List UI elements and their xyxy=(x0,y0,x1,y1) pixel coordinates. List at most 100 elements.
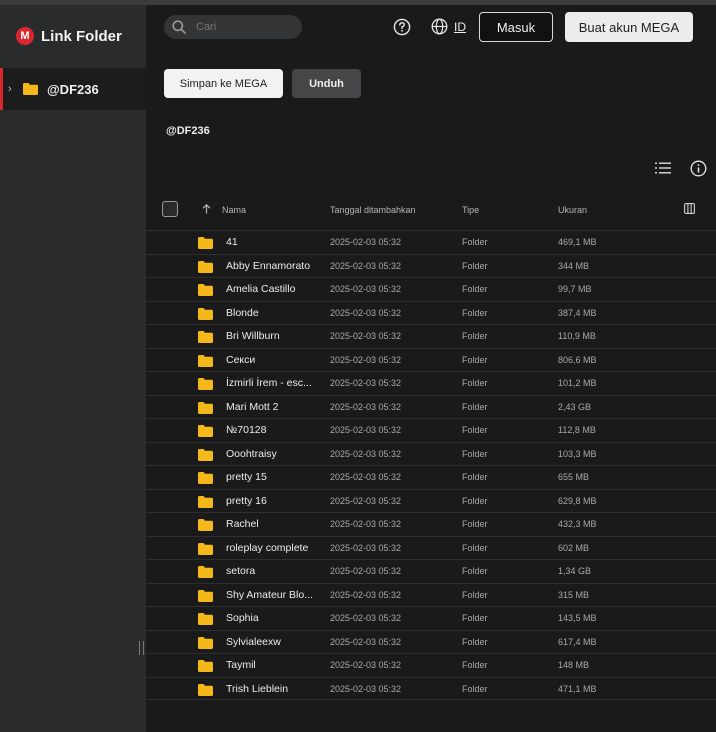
row-type: Folder xyxy=(462,589,488,600)
folder-icon xyxy=(198,401,213,419)
table-row[interactable]: Sylvialeexw 2025-02-03 05:32 Folder 617,4 M… xyxy=(146,629,716,654)
row-size: 432,3 MB xyxy=(558,519,597,529)
sort-up-icon[interactable] xyxy=(202,204,211,214)
row-name: Mari Mott 2 xyxy=(226,400,279,413)
table-row[interactable]: Amelia Castillo 2025-02-03 05:32 Folder 99,… xyxy=(146,277,716,301)
folder-icon xyxy=(198,612,213,630)
row-type: Folder xyxy=(462,683,488,694)
row-date: 2025-02-03 05:32 xyxy=(330,331,402,341)
save-to-mega-button[interactable]: Simpan ke MEGA xyxy=(164,69,283,98)
sidebar-item-folder[interactable]: › @DF236 xyxy=(0,68,146,110)
language-selector[interactable]: ID xyxy=(431,18,466,35)
download-button[interactable]: Unduh xyxy=(292,69,361,98)
row-name: Trish Lieblein xyxy=(226,682,289,695)
table-row[interactable]: 41 2025-02-03 05:32 Folder 469,1 MB xyxy=(146,230,716,254)
login-button[interactable]: Masuk xyxy=(479,12,553,42)
column-type[interactable]: Tipe xyxy=(462,205,479,215)
table-row[interactable]: setora 2025-02-03 05:32 Folder 1,34 GB xyxy=(146,559,716,583)
row-date: 2025-02-03 05:32 xyxy=(330,589,402,600)
table-row[interactable]: Bri Willburn 2025-02-03 05:32 Folder 110,9 … xyxy=(146,324,716,348)
search-icon xyxy=(172,20,186,34)
row-date: 2025-02-03 05:32 xyxy=(330,378,402,388)
row-size: 471,1 MB xyxy=(558,683,597,694)
signup-button[interactable]: Buat akun MEGA xyxy=(565,12,693,42)
row-date: 2025-02-03 05:32 xyxy=(330,636,402,647)
search-box[interactable] xyxy=(164,15,302,39)
folder-icon xyxy=(198,471,213,489)
row-type: Folder xyxy=(462,542,488,553)
folder-icon xyxy=(198,636,213,654)
row-size: 148 MB xyxy=(558,660,590,670)
row-type: Folder xyxy=(462,260,488,271)
table-row[interactable]: Секси 2025-02-03 05:32 Folder 806,6 MB xyxy=(146,347,716,372)
table-row[interactable]: İzmirli İrem - esc... 2025-02-03 05:32 Fol… xyxy=(146,371,716,395)
row-date: 2025-02-03 05:32 xyxy=(330,354,402,365)
row-name: Rachel xyxy=(226,518,259,530)
help-icon[interactable] xyxy=(393,18,411,36)
row-type: Folder xyxy=(462,448,488,459)
folder-icon xyxy=(198,683,213,701)
resize-handle[interactable] xyxy=(139,641,144,655)
row-size: 387,4 MB xyxy=(558,307,597,318)
folder-icon xyxy=(198,448,213,466)
row-name: roleplay complete xyxy=(226,541,309,554)
row-name: 41 xyxy=(226,236,238,248)
select-all-checkbox[interactable] xyxy=(162,201,178,217)
columns-icon[interactable] xyxy=(684,203,695,214)
table-row[interactable]: roleplay complete 2025-02-03 05:32 Folder 6… xyxy=(146,535,716,560)
row-size: 112,8 MB xyxy=(558,425,596,435)
list-view-icon[interactable] xyxy=(655,162,671,174)
row-size: 103,3 MB xyxy=(558,448,597,459)
table-row[interactable]: Blonde 2025-02-03 05:32 Folder 387,4 MB xyxy=(146,300,716,325)
row-type: Folder xyxy=(462,378,488,388)
folder-icon xyxy=(198,307,213,325)
logo[interactable]: M Link Folder xyxy=(16,26,122,46)
table-row[interactable]: Abby Ennamorato 2025-02-03 05:32 Folder 344… xyxy=(146,253,716,278)
folder-icon xyxy=(198,377,213,395)
row-date: 2025-02-03 05:32 xyxy=(330,284,402,294)
row-type: Folder xyxy=(462,613,488,623)
row-type: Folder xyxy=(462,472,488,482)
table-row[interactable]: Sophia 2025-02-03 05:32 Folder 143,5 MB xyxy=(146,606,716,630)
mega-logo-icon: M xyxy=(16,27,34,45)
sidebar-item-label: @DF236 xyxy=(47,81,99,97)
table-row[interactable]: Trish Lieblein 2025-02-03 05:32 Folder 471,… xyxy=(146,676,716,701)
column-size[interactable]: Ukuran xyxy=(558,205,587,215)
row-date: 2025-02-03 05:32 xyxy=(330,472,402,482)
row-type: Folder xyxy=(462,636,488,647)
sidebar: M Link Folder › @DF236 xyxy=(0,5,146,732)
row-date: 2025-02-03 05:32 xyxy=(330,425,402,435)
folder-icon xyxy=(198,518,213,536)
table-row[interactable]: Rachel 2025-02-03 05:32 Folder 432,3 MB xyxy=(146,512,716,536)
column-date[interactable]: Tanggal ditambahkan xyxy=(330,205,416,215)
column-name[interactable]: Nama xyxy=(222,205,246,215)
row-name: Abby Ennamorato xyxy=(226,259,311,272)
folder-icon xyxy=(198,330,213,348)
row-date: 2025-02-03 05:32 xyxy=(330,566,402,576)
table-row[interactable]: Mari Mott 2 2025-02-03 05:32 Folder 2,43 GB xyxy=(146,394,716,419)
row-name: İzmirli İrem - esc... xyxy=(226,377,312,389)
row-size: 344 MB xyxy=(558,260,590,271)
chevron-right-icon[interactable]: › xyxy=(8,83,18,95)
row-name: Sylvialeexw xyxy=(226,635,281,648)
row-name: pretty 15 xyxy=(226,471,267,483)
row-name: Sophia xyxy=(226,612,259,624)
table-row[interactable]: Shy Amateur Blo... 2025-02-03 05:32 Folder… xyxy=(146,582,716,607)
search-input[interactable] xyxy=(196,21,286,33)
table-row[interactable]: Taymil 2025-02-03 05:32 Folder 148 MB xyxy=(146,653,716,677)
row-type: Folder xyxy=(462,331,488,341)
row-size: 1,34 GB xyxy=(558,566,592,576)
row-type: Folder xyxy=(462,660,488,670)
table-row[interactable]: pretty 16 2025-02-03 05:32 Folder 629,8 MB xyxy=(146,488,716,513)
table-row[interactable]: pretty 15 2025-02-03 05:32 Folder 655 MB xyxy=(146,465,716,489)
table-row[interactable]: Ooohtraisy 2025-02-03 05:32 Folder 103,3 MB xyxy=(146,441,716,466)
row-name: №70128 xyxy=(226,424,267,436)
folder-icon xyxy=(198,260,213,278)
row-size: 617,4 MB xyxy=(558,636,597,647)
row-type: Folder xyxy=(462,354,488,365)
info-icon[interactable] xyxy=(690,160,707,177)
logo-text: Link Folder xyxy=(41,27,122,45)
row-name: Ooohtraisy xyxy=(226,447,277,460)
file-list: 41 2025-02-03 05:32 Folder 469,1 MB Abby Enn… xyxy=(146,230,716,700)
table-row[interactable]: №70128 2025-02-03 05:32 Folder 112,8 MB xyxy=(146,418,716,442)
